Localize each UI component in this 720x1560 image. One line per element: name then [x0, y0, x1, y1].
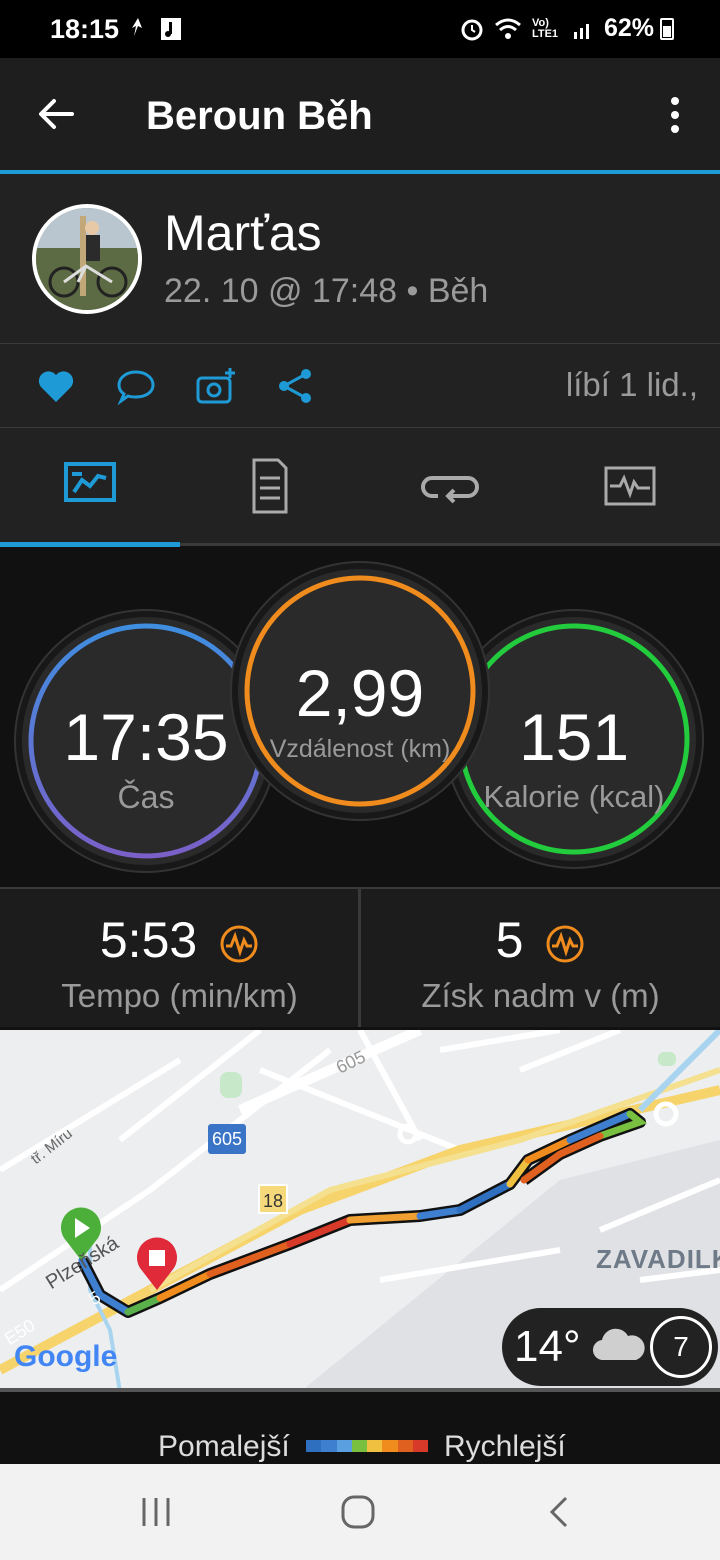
pace-value: 5:53: [99, 912, 198, 968]
back-icon[interactable]: [540, 1492, 580, 1532]
battery-icon: [660, 18, 674, 40]
avatar[interactable]: [32, 204, 142, 314]
distance-value: 2,99: [295, 656, 425, 730]
home-icon[interactable]: [338, 1492, 378, 1532]
activity-meta: 22. 10 @ 17:48 • Běh: [164, 272, 489, 310]
notification-icon: [132, 18, 142, 36]
summary-rings: 17:35 Čas 151 Kalorie (kcal) 2,99 Vzdále…: [0, 547, 720, 887]
page-title: Beroun Běh: [146, 94, 373, 138]
pulse-icon: [546, 925, 584, 963]
stats-row: 5:53 Tempo (min/km) 5 Získ nadm v (m): [0, 887, 720, 1027]
elevation-label: Získ nadm v (m): [421, 977, 660, 1014]
calories-ring: 151 Kalorie (kcal): [452, 617, 696, 861]
recent-apps-icon[interactable]: [136, 1492, 176, 1532]
legend-fast: Rychlejší: [444, 1430, 566, 1463]
calories-label: Kalorie (kcal): [483, 779, 665, 814]
overview-tab-icon[interactable]: [60, 456, 120, 516]
district-label: ZAVADILK: [596, 1244, 720, 1274]
status-bar: 18:15 Vo) LTE1 62%: [0, 0, 720, 58]
google-attribution: Google: [14, 1340, 117, 1374]
calories-value: 151: [518, 700, 630, 774]
charts-tab-icon[interactable]: [600, 456, 660, 516]
action-bar: líbí 1 lid.,: [0, 344, 720, 428]
weather-widget[interactable]: 14° 7: [502, 1308, 718, 1386]
distance-label: Vzdálenost (km): [269, 735, 451, 763]
system-nav-bar: [0, 1464, 720, 1560]
comment-icon[interactable]: [116, 366, 156, 406]
laps-tab-icon[interactable]: [420, 456, 480, 516]
add-photo-icon[interactable]: [196, 366, 236, 406]
elevation-stat[interactable]: 5 Získ nadm v (m): [361, 889, 720, 1027]
time-label: Čas: [117, 779, 175, 815]
pulse-icon: [220, 925, 258, 963]
details-tab-icon[interactable]: [240, 456, 300, 516]
google-logo: Google: [14, 1340, 118, 1373]
weather-temperature: 14°: [514, 1322, 581, 1371]
network-label: Vo) LTE1: [531, 16, 559, 40]
elevation-value: 5: [495, 912, 524, 968]
time-value: 17:35: [63, 700, 229, 774]
cloud-icon: [592, 1328, 645, 1361]
heart-icon[interactable]: [36, 366, 76, 406]
arrow-left-icon[interactable]: [36, 94, 76, 134]
avatar-photo: [36, 208, 138, 310]
road-shield-605: 605: [208, 1124, 246, 1154]
app-bar: Beroun Běh: [0, 58, 720, 170]
time-ring: 17:35 Čas: [22, 617, 270, 865]
share-icon[interactable]: [276, 366, 316, 406]
likes-count[interactable]: líbí 1 lid.,: [566, 366, 698, 404]
pace-stat[interactable]: 5:53 Tempo (min/km): [0, 889, 359, 1027]
wifi-icon: [494, 18, 521, 39]
music-icon: [161, 18, 181, 40]
status-time: 18:15: [50, 14, 120, 44]
user-name: Marťas: [164, 205, 322, 261]
activity-header: Marťas 22. 10 @ 17:48 • Běh: [0, 174, 720, 344]
pace-label: Tempo (min/km): [61, 977, 298, 1014]
alarm-icon: [461, 19, 483, 40]
battery-percent: 62%: [603, 14, 654, 42]
more-vert-icon[interactable]: [660, 96, 690, 136]
distance-ring: 2,99 Vzdálenost (km): [238, 569, 482, 813]
wind-speed: 7: [650, 1316, 712, 1378]
legend-gradient: [306, 1440, 428, 1452]
signal-icon: [573, 23, 589, 39]
finish-marker-icon[interactable]: [134, 1236, 180, 1292]
activity-tabs: [0, 428, 720, 546]
road-shield-18: 18: [258, 1184, 288, 1214]
pace-legend: Pomalejší Rychlejší: [0, 1396, 720, 1464]
legend-slow: Pomalejší: [158, 1430, 290, 1463]
